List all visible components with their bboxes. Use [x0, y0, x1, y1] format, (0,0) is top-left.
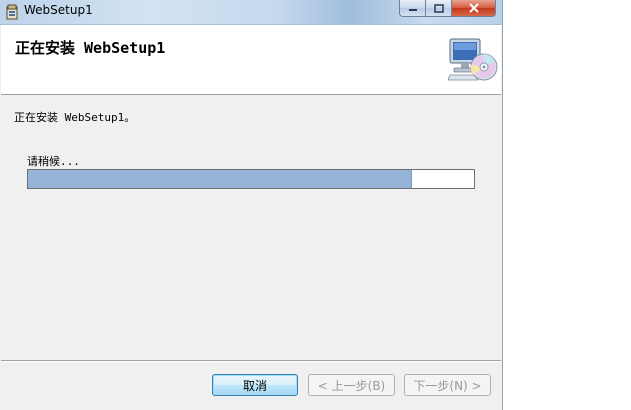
minimize-icon [408, 9, 417, 11]
back-button[interactable]: < 上一步(B) [308, 374, 395, 396]
maximize-icon [433, 3, 444, 13]
close-icon [468, 3, 479, 13]
title-bar[interactable]: WebSetup1 [0, 0, 502, 25]
window-edge [502, 0, 503, 410]
status-message: 正在安装 WebSetup1。 [14, 111, 136, 124]
install-progress-bar [27, 169, 475, 189]
installer-icon [6, 4, 18, 20]
cancel-button[interactable]: 取消 [212, 374, 298, 396]
next-button[interactable]: 下一步(N) > [404, 374, 491, 396]
progress-fill [28, 170, 412, 188]
maximize-button[interactable] [425, 0, 451, 17]
caption-buttons [399, 0, 496, 18]
minimize-button[interactable] [399, 0, 425, 17]
window-title: WebSetup1 [24, 3, 93, 17]
page-title: 正在安装 WebSetup1 [15, 39, 166, 57]
computer-cd-icon [448, 38, 498, 81]
close-button[interactable] [451, 0, 496, 17]
footer-divider [1, 360, 501, 362]
wait-message: 请稍候... [27, 155, 80, 168]
setup-window: WebSetup1 正在安装 WebSetup1 正在安装 WebSetup1。… [0, 0, 502, 410]
header-banner: 正在安装 WebSetup1 [1, 25, 501, 95]
